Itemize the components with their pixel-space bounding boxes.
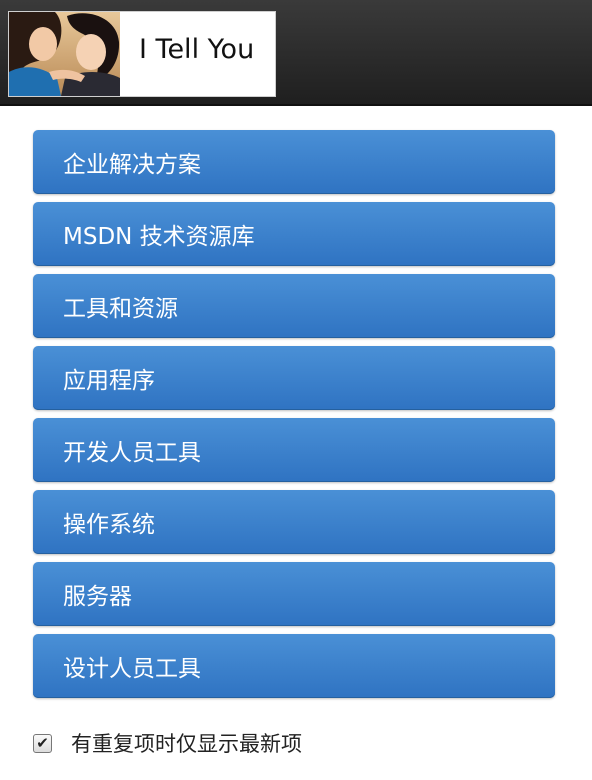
menu-item-tools-resources[interactable]: 工具和资源 (33, 274, 555, 338)
menu-item-designer-tools[interactable]: 设计人员工具 (33, 634, 555, 698)
checkmark-icon: ✔ (36, 733, 49, 752)
menu-item-applications[interactable]: 应用程序 (33, 346, 555, 410)
menu-item-servers[interactable]: 服务器 (33, 562, 555, 626)
category-menu: 企业解决方案 MSDN 技术资源库 工具和资源 应用程序 开发人员工具 操作系统… (33, 130, 555, 706)
menu-item-enterprise-solutions[interactable]: 企业解决方案 (33, 130, 555, 194)
site-logo[interactable]: I Tell You (8, 11, 276, 97)
latest-only-checkbox[interactable]: ✔ (33, 733, 52, 753)
logo-photo (9, 12, 120, 96)
menu-item-msdn-library[interactable]: MSDN 技术资源库 (33, 202, 555, 266)
header-bar: I Tell You (0, 0, 592, 106)
menu-item-developer-tools[interactable]: 开发人员工具 (33, 418, 555, 482)
menu-item-operating-systems[interactable]: 操作系统 (33, 490, 555, 554)
latest-only-option: ✔ 有重复项时仅显示最新项 (33, 728, 302, 758)
latest-only-label[interactable]: 有重复项时仅显示最新项 (71, 728, 302, 758)
site-title: I Tell You (139, 34, 255, 65)
